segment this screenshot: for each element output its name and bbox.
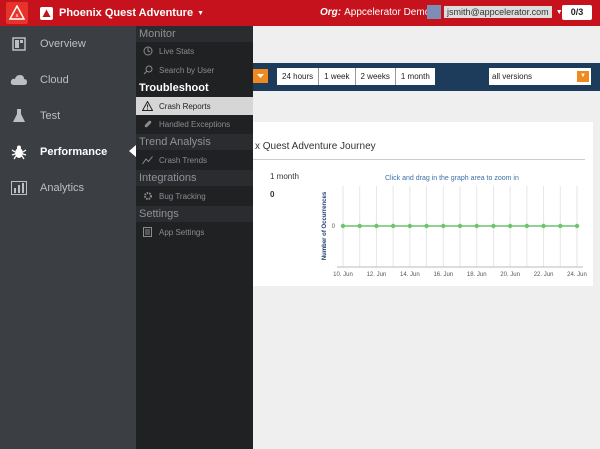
- svg-text:a: a: [16, 13, 19, 19]
- data-point: [407, 223, 413, 229]
- time-range-selector: 24 hours 1 week 2 weeks 1 month: [277, 68, 435, 85]
- range-2-weeks[interactable]: 2 weeks: [356, 68, 396, 85]
- x-tick-label: 18. Jun: [467, 272, 487, 278]
- sidebar-item-cloud[interactable]: Cloud: [0, 62, 136, 98]
- menu-item-app-settings[interactable]: App Settings: [136, 223, 253, 241]
- menu-item-label: Handled Exceptions: [159, 119, 231, 129]
- clock-icon: [142, 46, 153, 57]
- sidebar-item-label: Performance: [40, 146, 108, 158]
- document-icon: [142, 227, 153, 238]
- org-name: Appcelerator Demo: [344, 7, 431, 18]
- data-point: [457, 223, 463, 229]
- data-point: [558, 223, 563, 229]
- data-point: [541, 223, 546, 229]
- bug-icon: [10, 143, 28, 161]
- sidebar-item-analytics[interactable]: Analytics: [0, 170, 136, 206]
- menu-item-crash-reports[interactable]: Crash Reports: [136, 97, 253, 115]
- chevron-down-icon: ▼: [197, 9, 204, 17]
- user-menu[interactable]: jsmith@appcelerator.com ▼: [427, 5, 563, 19]
- overview-icon: [10, 35, 28, 53]
- x-tick-label: 10. Jun: [333, 272, 353, 278]
- sidebar-item-label: Overview: [40, 38, 86, 50]
- sidebar-item-performance[interactable]: Performance: [0, 134, 136, 170]
- app-icon: [40, 6, 53, 20]
- data-point: [474, 223, 479, 229]
- data-point: [491, 223, 496, 229]
- data-point: [374, 223, 379, 229]
- gear-icon: [142, 191, 153, 202]
- main-content: 24 hours 1 week 2 weeks 1 month all vers…: [253, 26, 600, 449]
- trend-icon: [142, 155, 153, 166]
- y-tick-label: 0: [332, 224, 336, 230]
- data-point: [357, 223, 362, 229]
- sidebar: Overview Cloud Test Performance Analytic…: [0, 26, 136, 449]
- data-point: [574, 223, 580, 229]
- section-trend-analysis: Trend Analysis: [136, 134, 253, 150]
- menu-item-label: Live Stats: [159, 46, 195, 56]
- menu-item-bug-tracking[interactable]: Bug Tracking: [136, 187, 253, 205]
- appcelerator-logo[interactable]: a: [6, 2, 28, 24]
- sidebar-item-label: Cloud: [40, 74, 69, 86]
- section-integrations: Integrations: [136, 170, 253, 186]
- org-selector[interactable]: Org:Appcelerator Demo▼: [320, 7, 441, 18]
- flask-icon: [10, 107, 28, 125]
- menu-item-handled-exceptions[interactable]: Handled Exceptions: [136, 115, 253, 133]
- menu-item-crash-trends[interactable]: Crash Trends: [136, 151, 253, 169]
- bandage-icon: [142, 119, 153, 130]
- data-point: [441, 223, 446, 229]
- version-select[interactable]: all versions ▼: [489, 68, 591, 85]
- avatar: [427, 5, 441, 19]
- data-point: [390, 223, 396, 229]
- x-tick-label: 12. Jun: [367, 272, 387, 278]
- menu-item-label: Crash Reports: [159, 101, 211, 111]
- menu-item-label: App Settings: [159, 227, 205, 237]
- menu-item-live-stats[interactable]: Live Stats: [136, 42, 253, 60]
- search-icon: [142, 65, 153, 76]
- sidebar-item-label: Test: [40, 110, 61, 122]
- cloud-icon: [10, 71, 28, 89]
- sidebar-item-overview[interactable]: Overview: [0, 26, 136, 62]
- org-label: Org:: [320, 7, 342, 18]
- app-name: Phoenix Quest Adventure: [59, 7, 194, 19]
- range-1-month[interactable]: 1 month: [396, 68, 435, 85]
- app-selector[interactable]: Phoenix Quest Adventure ▼: [40, 5, 204, 21]
- version-select-value: all versions: [492, 72, 533, 81]
- data-point: [340, 223, 346, 229]
- app-root: a Phoenix Quest Adventure ▼ Org: Appceler…: [0, 0, 600, 449]
- menu-item-label: Crash Trends: [159, 155, 208, 165]
- range-24-hours[interactable]: 24 hours: [277, 68, 320, 85]
- filter-toolbar: 24 hours 1 week 2 weeks 1 month all vers…: [253, 63, 600, 91]
- top-bar: a Phoenix Quest Adventure ▼ Org: Appceler…: [0, 0, 600, 26]
- sidebar-item-test[interactable]: Test: [0, 98, 136, 134]
- performance-flyout-menu: Monitor Live Stats Search by User Troubl…: [136, 26, 253, 449]
- x-tick-label: 24. Jun: [567, 272, 587, 278]
- data-point: [507, 223, 513, 229]
- chevron-down-icon: ▼: [577, 71, 589, 82]
- x-tick-label: 20. Jun: [500, 272, 520, 278]
- data-point: [524, 223, 530, 229]
- sidebar-item-label: Analytics: [40, 182, 85, 194]
- bar-chart-icon: [10, 179, 28, 197]
- menu-item-label: Search by User: [159, 65, 215, 75]
- menu-item-label: Bug Tracking: [159, 191, 206, 201]
- x-tick-label: 16. Jun: [433, 272, 453, 278]
- notification-counter[interactable]: 0/3: [562, 5, 592, 20]
- active-pointer: [129, 145, 136, 157]
- section-troubleshoot: Troubleshoot: [136, 80, 253, 96]
- data-point: [424, 223, 429, 229]
- dropdown-toggle[interactable]: [253, 69, 268, 83]
- range-1-week[interactable]: 1 week: [319, 68, 356, 85]
- section-monitor: Monitor: [136, 26, 253, 42]
- warning-icon: [142, 101, 153, 112]
- y-axis-title: Number of Occurrences: [322, 191, 328, 260]
- x-tick-label: 22. Jun: [534, 272, 554, 278]
- section-settings: Settings: [136, 206, 253, 222]
- occurrences-chart[interactable]: 10. Jun 12. Jun 14. Jun 16. Jun 18. Jun 20. J…: [253, 122, 593, 286]
- x-tick-label: 14. Jun: [400, 272, 420, 278]
- menu-item-search-by-user[interactable]: Search by User: [136, 61, 253, 79]
- crash-card: x Quest Adventure Journey 1 month 0 Clic…: [253, 122, 593, 286]
- user-email: jsmith@appcelerator.com: [444, 6, 552, 18]
